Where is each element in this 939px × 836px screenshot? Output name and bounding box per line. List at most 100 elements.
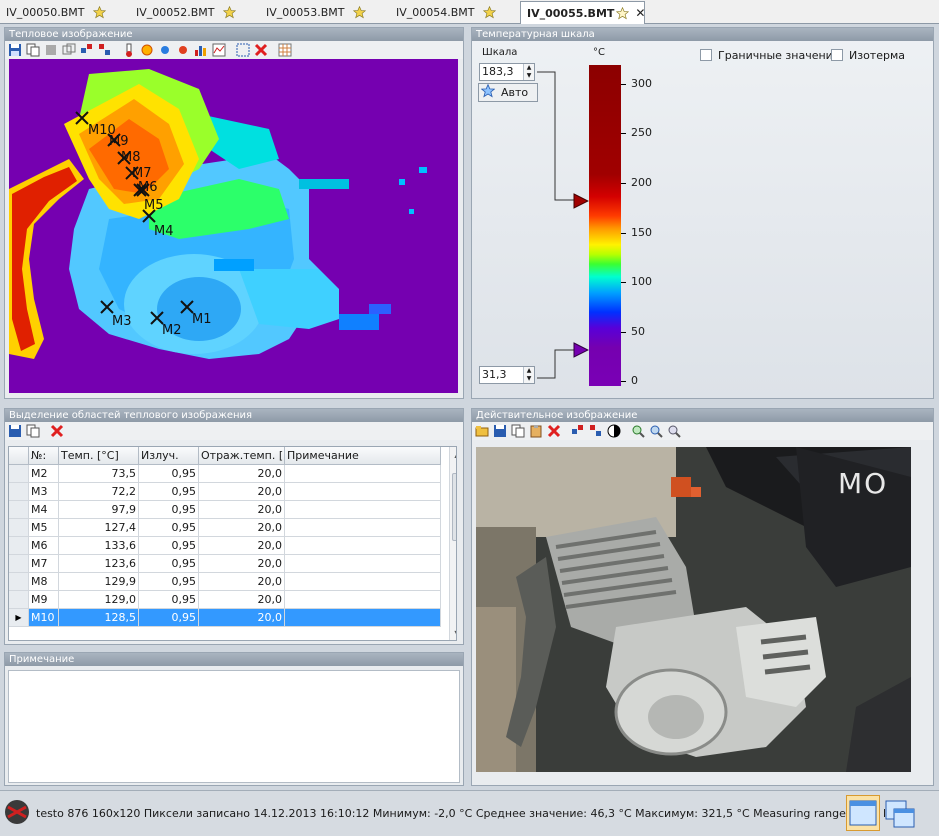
table-row[interactable]: M7 123,6 0,95 20,0 xyxy=(9,555,441,573)
delete-icon[interactable] xyxy=(546,423,562,439)
isotherm-checkbox[interactable] xyxy=(831,49,843,61)
row-selector[interactable] xyxy=(9,465,29,483)
table-row[interactable]: M5 127,4 0,95 20,0 xyxy=(9,519,441,537)
table-row[interactable]: M4 97,9 0,95 20,0 xyxy=(9,501,441,519)
thermometer-icon[interactable] xyxy=(121,42,137,58)
column-header[interactable]: Темп. [°C] xyxy=(59,447,139,465)
row-selector[interactable] xyxy=(9,555,29,573)
favorite-star-icon[interactable] xyxy=(223,5,237,19)
cell-note[interactable] xyxy=(285,609,441,627)
boundary-values-checkbox[interactable] xyxy=(700,49,712,61)
tab-iv-00055[interactable]: IV_00055.BMT ✕ xyxy=(520,1,645,24)
cell-temperature[interactable]: 123,6 xyxy=(59,555,139,573)
cell-note[interactable] xyxy=(285,537,441,555)
column-header[interactable]: Отраж.темп. [° xyxy=(199,447,285,465)
cell-reflected-temp[interactable]: 20,0 xyxy=(199,555,285,573)
cell-emissivity[interactable]: 0,95 xyxy=(139,573,199,591)
marker-m3-icon[interactable] xyxy=(100,300,114,314)
grid-icon[interactable] xyxy=(277,42,293,58)
row-selector[interactable] xyxy=(9,537,29,555)
zoom-fit-icon[interactable] xyxy=(666,423,682,439)
cell-temperature[interactable]: 73,5 xyxy=(59,465,139,483)
column-header[interactable]: Примечание xyxy=(285,447,441,465)
save-icon[interactable] xyxy=(7,423,23,439)
auto-button[interactable]: Авто xyxy=(478,83,538,102)
cell-reflected-temp[interactable]: 20,0 xyxy=(199,609,285,627)
lower-limit-handle[interactable] xyxy=(573,342,589,358)
table-scrollbar[interactable]: ▲ ▼ xyxy=(449,447,456,640)
cell-emissivity[interactable]: 0,95 xyxy=(139,555,199,573)
cell-emissivity[interactable]: 0,95 xyxy=(139,519,199,537)
save-icon[interactable] xyxy=(7,42,23,58)
marker-remove-icon[interactable] xyxy=(588,423,604,439)
scroll-down-icon[interactable]: ▼ xyxy=(450,626,456,640)
table-row[interactable]: M9 129,0 0,95 20,0 xyxy=(9,591,441,609)
tab-iv-00050[interactable]: IV_00050.BMT xyxy=(0,1,120,23)
scroll-up-icon[interactable]: ▲ xyxy=(450,447,456,462)
spinner-arrows-icon[interactable]: ▲ ▼ xyxy=(523,367,534,383)
table-row[interactable]: M6 133,6 0,95 20,0 xyxy=(9,537,441,555)
zoom-out-icon[interactable] xyxy=(648,423,664,439)
cell-emissivity[interactable]: 0,95 xyxy=(139,609,199,627)
cell-temperature[interactable]: 129,0 xyxy=(59,591,139,609)
copy-icon[interactable] xyxy=(510,423,526,439)
copy-icon[interactable] xyxy=(25,423,41,439)
row-selector[interactable] xyxy=(9,573,29,591)
cell-id[interactable]: M10 xyxy=(29,609,59,627)
cell-temperature[interactable]: 128,5 xyxy=(59,609,139,627)
marker-add-icon[interactable] xyxy=(570,423,586,439)
cell-note[interactable] xyxy=(285,591,441,609)
upper-limit-handle[interactable] xyxy=(573,193,589,209)
table-row[interactable]: M3 72,2 0,95 20,0 xyxy=(9,483,441,501)
table-row[interactable]: M8 129,9 0,95 20,0 xyxy=(9,573,441,591)
histogram-icon[interactable] xyxy=(193,42,209,58)
cell-temperature[interactable]: 129,9 xyxy=(59,573,139,591)
cell-reflected-temp[interactable]: 20,0 xyxy=(199,483,285,501)
column-header[interactable]: Излуч. xyxy=(139,447,199,465)
cell-temperature[interactable]: 97,9 xyxy=(59,501,139,519)
save-icon[interactable] xyxy=(492,423,508,439)
marker-remove-icon[interactable] xyxy=(97,42,113,58)
copy-icon[interactable] xyxy=(25,42,41,58)
visual-photo[interactable]: MO xyxy=(476,447,911,772)
table-row[interactable]: M2 73,5 0,95 20,0 xyxy=(9,465,441,483)
favorite-star-icon[interactable] xyxy=(93,5,107,19)
open-folder-icon[interactable] xyxy=(474,423,490,439)
cell-temperature[interactable]: 127,4 xyxy=(59,519,139,537)
cell-id[interactable]: M5 xyxy=(29,519,59,537)
delete-icon[interactable] xyxy=(49,423,65,439)
row-selector[interactable] xyxy=(9,519,29,537)
cell-temperature[interactable]: 72,2 xyxy=(59,483,139,501)
delete-icon[interactable] xyxy=(253,42,269,58)
cell-reflected-temp[interactable]: 20,0 xyxy=(199,465,285,483)
cell-note[interactable] xyxy=(285,501,441,519)
cold-spot-icon[interactable] xyxy=(157,42,173,58)
cell-emissivity[interactable]: 0,95 xyxy=(139,465,199,483)
cell-reflected-temp[interactable]: 20,0 xyxy=(199,591,285,609)
marker-m10-icon[interactable] xyxy=(75,111,89,125)
thermal-image[interactable]: M1 M2 M3 M4 M5 M6 M7 M8 M9 M10 xyxy=(9,59,458,393)
table-row[interactable]: ▶ M10 128,5 0,95 20,0 xyxy=(9,609,441,627)
cell-id[interactable]: M3 xyxy=(29,483,59,501)
cell-id[interactable]: M8 xyxy=(29,573,59,591)
cell-note[interactable] xyxy=(285,555,441,573)
scroll-thumb[interactable] xyxy=(452,473,456,541)
cell-note[interactable] xyxy=(285,465,441,483)
favorite-star-icon[interactable] xyxy=(353,5,367,19)
profile-icon[interactable] xyxy=(211,42,227,58)
close-tab-icon[interactable]: ✕ xyxy=(635,6,645,20)
cell-reflected-temp[interactable]: 20,0 xyxy=(199,501,285,519)
cell-note[interactable] xyxy=(285,573,441,591)
single-window-icon[interactable] xyxy=(846,795,880,831)
cell-id[interactable]: M9 xyxy=(29,591,59,609)
zoom-in-icon[interactable] xyxy=(630,423,646,439)
tab-iv-00054[interactable]: IV_00054.BMT xyxy=(390,1,515,23)
red-spot-icon[interactable] xyxy=(175,42,191,58)
spinner-arrows-icon[interactable]: ▲ ▼ xyxy=(523,64,534,80)
cell-reflected-temp[interactable]: 20,0 xyxy=(199,519,285,537)
layers-icon[interactable] xyxy=(61,42,77,58)
cell-id[interactable]: M7 xyxy=(29,555,59,573)
paste-icon[interactable] xyxy=(528,423,544,439)
note-textarea[interactable] xyxy=(8,670,460,783)
row-selector[interactable] xyxy=(9,501,29,519)
